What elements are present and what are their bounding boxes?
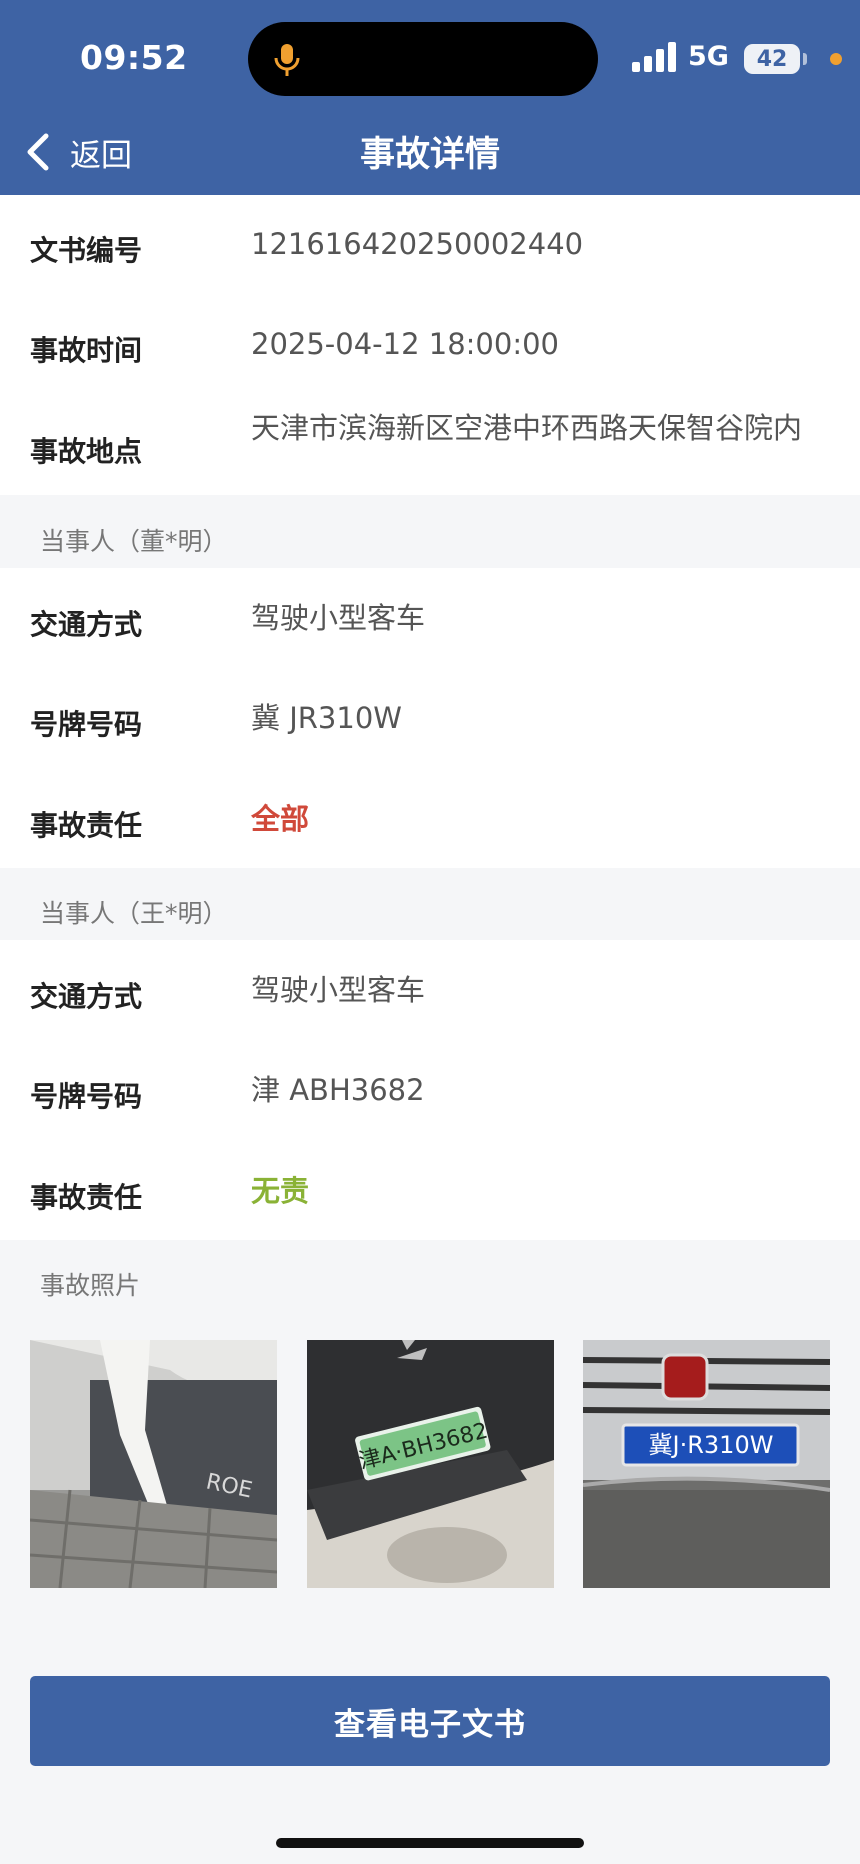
liability-row: 事故责任 无责 [0,1140,860,1240]
accident-time-label: 事故时间 [30,334,143,367]
photos-heading: 事故照片 [40,1271,141,1300]
liability-value-full: 全部 [251,802,310,836]
record-number-label: 文书编号 [30,234,143,267]
liability-label: 事故责任 [30,809,143,842]
transport-mode-value: 驾驶小型客车 [251,973,426,1007]
transport-mode-value: 驾驶小型客车 [251,601,426,635]
privacy-indicator-dot [830,53,842,65]
liability-label: 事故责任 [30,1181,143,1214]
page-title: 事故详情 [359,135,500,175]
accident-photo-image: 津A·BH3682 [307,1340,554,1588]
accident-location-row: 事故地点 天津市滨海新区空港中环西路天保智谷院内 [0,395,860,495]
view-e-document-button[interactable]: 查看电子文书 [30,1676,830,1766]
network-type: 5G [688,41,729,72]
plate-number-label: 号牌号码 [30,708,143,741]
home-indicator [276,1838,584,1848]
transport-mode-label: 交通方式 [30,608,143,641]
liability-row: 事故责任 全部 [0,768,860,868]
record-info-section: 文书编号 1216164202500024​40 事故时间 2025-04-12… [0,195,860,495]
accident-time-row: 事故时间 2025-04-12 18:00:00 [0,295,860,395]
party-heading: 当事人（董*明） [40,527,228,556]
photo-gallery: ROE 津A·BH3682 冀J·R310W [0,1340,860,1590]
accident-photo[interactable]: 津A·BH3682 [307,1340,554,1588]
accident-location-value: 天津市滨海新区空港中环西路天保智谷院内 [251,411,803,445]
app-header: 09:52 5G 42 返回 事故详情 [0,0,860,195]
svg-text:冀J·R310W: 冀J·R310W [649,1431,774,1459]
plate-number-value: 津 ABH3682 [251,1073,425,1107]
transport-mode-row: 交通方式 驾驶小型客车 [0,940,860,1040]
plate-number-label: 号牌号码 [30,1080,143,1113]
record-number-value: 1216164202500024​40 [251,227,584,261]
transport-mode-label: 交通方式 [30,980,143,1013]
accident-photo-image: ROE [30,1340,277,1588]
party-section: 交通方式 驾驶小型客车 号牌号码 冀 JR310W 事故责任 全部 [0,568,860,868]
battery-level: 42 [756,46,788,72]
accident-photo[interactable]: ROE [30,1340,277,1588]
party-section: 交通方式 驾驶小型客车 号牌号码 津 ABH3682 事故责任 无责 [0,940,860,1240]
microphone-icon [274,44,300,76]
plate-number-row: 号牌号码 津 ABH3682 [0,1040,860,1140]
plate-number-value: 冀 JR310W [251,701,402,735]
record-number-row: 文书编号 1216164202500024​40 [0,195,860,295]
transport-mode-row: 交通方式 驾驶小型客车 [0,568,860,668]
cellular-signal-icon [632,42,676,72]
liability-value-none: 无责 [251,1174,310,1208]
battery-icon: 42 [744,44,800,74]
accident-time-value: 2025-04-12 18:00:00 [251,327,559,361]
battery-tip [803,53,807,65]
accident-photo-image: 冀J·R310W [583,1340,830,1588]
party-heading: 当事人（王*明） [40,899,228,928]
status-time: 09:52 [80,38,188,77]
accident-photo[interactable]: 冀J·R310W [583,1340,830,1588]
plate-number-row: 号牌号码 冀 JR310W [0,668,860,768]
accident-location-label: 事故地点 [30,435,143,468]
